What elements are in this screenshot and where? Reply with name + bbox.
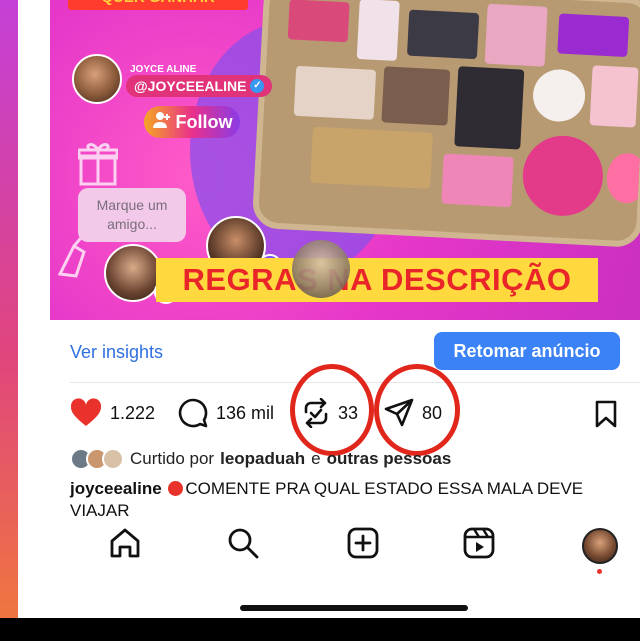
create-icon[interactable]: [346, 526, 380, 560]
friend-avatar: [292, 240, 350, 298]
home-icon[interactable]: [108, 526, 142, 560]
annotation-circle: [290, 364, 374, 456]
add-user-icon: [152, 110, 172, 135]
giveaway-banner: QUER GANHAR: [68, 0, 248, 10]
profile-tab-avatar[interactable]: [582, 528, 618, 564]
follow-label: Follow: [175, 111, 233, 132]
bookmark-icon[interactable]: [594, 400, 618, 428]
profile-avatar[interactable]: [72, 54, 122, 104]
phone-screen: QUER GANHAR JOYCE ALINE @JOYCEEALINE ✓: [18, 0, 640, 618]
comment-icon[interactable]: [178, 398, 208, 428]
liked-by-prefix: Curtido por: [130, 449, 215, 468]
liked-by-avatars: [70, 448, 124, 470]
mention-prompt-bubble: Marque um amigo...: [78, 188, 186, 242]
makeup-suitcase-photo: [251, 0, 640, 249]
liked-by-connector: e: [311, 449, 321, 468]
search-icon[interactable]: [226, 526, 260, 560]
reels-icon[interactable]: [462, 526, 496, 560]
liked-by-others[interactable]: outras pessoas: [327, 449, 452, 469]
verified-icon: ✓: [250, 79, 265, 93]
like-action[interactable]: 1.222: [70, 396, 155, 430]
comment-action[interactable]: 136 mil: [178, 396, 274, 430]
avatar: [102, 448, 124, 470]
caption-username[interactable]: joyceealine: [70, 479, 162, 498]
red-circle-emoji-icon: [168, 481, 184, 496]
profile-handle[interactable]: @JOYCEEALINE ✓: [126, 75, 273, 97]
liked-by-row[interactable]: Curtido por leopaduah e outras pessoas: [70, 448, 451, 470]
follow-sticker-button[interactable]: Follow: [144, 106, 240, 138]
bottom-nav: [50, 516, 640, 576]
bottom-black-bar: [0, 618, 640, 641]
annotation-circle: [374, 364, 460, 456]
resume-ad-button[interactable]: Retomar anúncio: [434, 332, 620, 370]
profile-name: JOYCE ALINE: [130, 64, 197, 75]
profile-handle-text: @JOYCEEALINE: [134, 78, 247, 94]
heart-icon[interactable]: [70, 398, 102, 428]
liked-by-user[interactable]: leopaduah: [220, 449, 305, 469]
gift-icon: [78, 143, 118, 186]
notification-dot: [597, 569, 602, 574]
comments-count[interactable]: 136 mil: [216, 403, 274, 424]
rules-banner: REGRAS NA DESCRIÇÃO: [156, 258, 598, 302]
view-insights-link[interactable]: Ver insights: [70, 342, 163, 363]
home-indicator[interactable]: [240, 605, 468, 611]
post-image[interactable]: QUER GANHAR JOYCE ALINE @JOYCEEALINE ✓: [50, 0, 640, 320]
likes-count[interactable]: 1.222: [110, 403, 155, 424]
